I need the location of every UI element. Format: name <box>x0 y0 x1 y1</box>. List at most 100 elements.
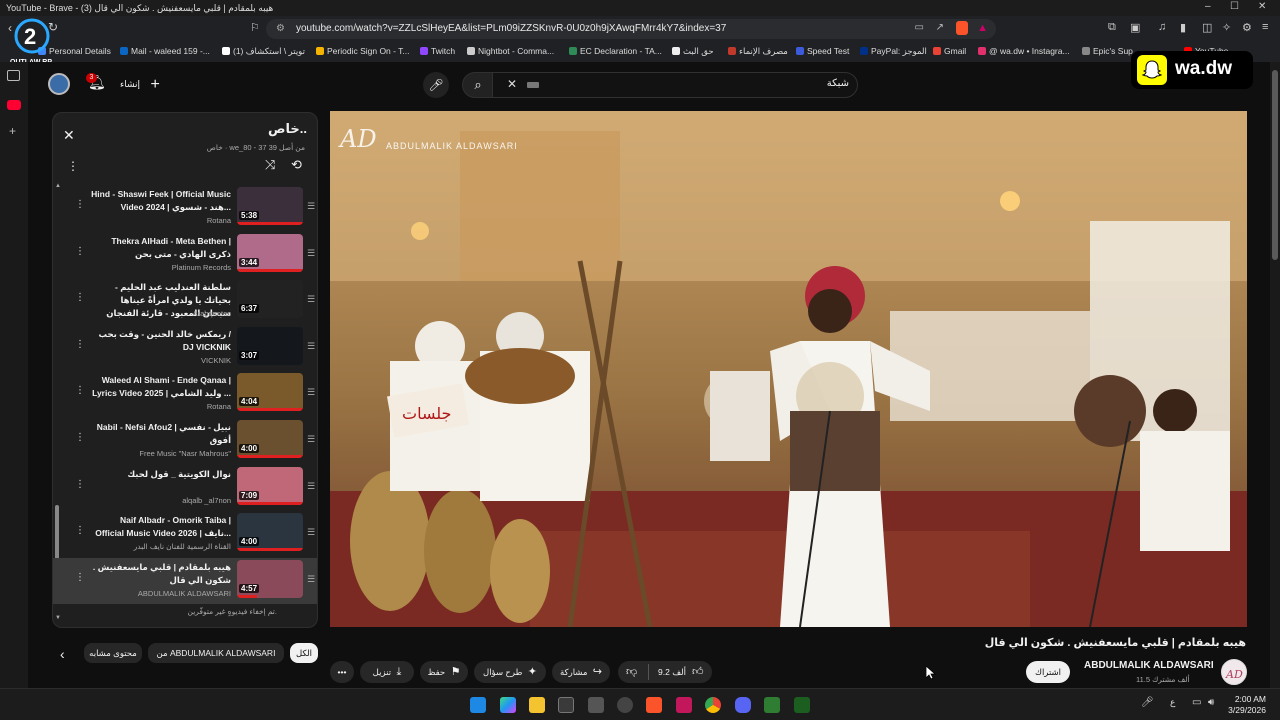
menu-icon[interactable]: ≡ <box>1262 21 1268 33</box>
network-icon[interactable]: ▭ <box>1192 697 1201 708</box>
sidebar-toggle-icon[interactable]: ▮ <box>1180 21 1186 34</box>
playlist-item[interactable]: ⋮ نوال الكويتية _ قول لحبك alqalb _al7non 7… <box>53 465 317 511</box>
item-menu-icon[interactable]: ⋮ <box>75 572 85 583</box>
bookmark-item[interactable]: مصرف الإنماء <box>728 46 788 57</box>
save-button[interactable]: حفظ ⚑ <box>420 661 468 683</box>
bookmark-item[interactable]: حق البث <box>672 46 714 57</box>
input-language[interactable]: ع <box>1170 697 1175 708</box>
item-menu-icon[interactable]: ⋮ <box>75 479 85 490</box>
sidebar-panel-icon[interactable] <box>7 70 20 81</box>
video-player[interactable]: جلسات AD ABDULMALIK ALDAWSARI <box>330 111 1247 627</box>
close-window-button[interactable]: ✕ <box>1258 1 1266 12</box>
item-menu-icon[interactable]: ⋮ <box>75 292 85 303</box>
calculator-icon[interactable] <box>588 697 604 713</box>
ask-button[interactable]: طرح سؤال ✦ <box>474 661 546 683</box>
vpn-icon[interactable]: ◫ <box>1202 21 1212 34</box>
drag-handle-icon[interactable]: ☰ <box>307 387 315 398</box>
scroll-down-icon[interactable]: ▼ <box>55 615 61 621</box>
item-menu-icon[interactable]: ⋮ <box>75 339 85 350</box>
bookmark-item[interactable]: Twitch <box>420 46 455 56</box>
dislike-button[interactable]: 👎︎ <box>626 661 637 683</box>
keyboard-icon[interactable] <box>527 82 539 88</box>
play-icon[interactable] <box>794 697 810 713</box>
discord-icon[interactable] <box>735 697 751 713</box>
search-input[interactable]: ✕ شبكة <box>492 72 858 98</box>
bookmark-item[interactable]: EC Declaration - TA... <box>569 46 662 56</box>
subscribe-button[interactable]: اشتراك <box>1026 661 1070 683</box>
pip-icon[interactable]: ▭ <box>915 22 924 33</box>
item-menu-icon[interactable]: ⋮ <box>75 199 85 210</box>
youtube-tab-icon[interactable] <box>7 100 21 110</box>
chip-all[interactable]: الكل <box>290 643 318 663</box>
shuffle-icon[interactable]: ⤨ <box>265 157 275 173</box>
site-settings-icon[interactable]: ⚙ <box>276 23 285 34</box>
bookmark-item[interactable]: Nightbot - Comma... <box>467 46 554 56</box>
create-button[interactable]: إنشاء + <box>120 75 160 93</box>
item-menu-icon[interactable]: ⋮ <box>75 432 85 443</box>
github-icon[interactable] <box>617 697 633 713</box>
page-scrollbar[interactable] <box>1270 62 1280 688</box>
playlist-item[interactable]: ⋮ Thekra AlHadi - Meta Bethen | ذكرى الها… <box>53 232 317 278</box>
chips-prev-icon[interactable]: ‹ <box>60 646 65 662</box>
scrollbar-thumb[interactable] <box>1272 70 1278 260</box>
wallet-icon[interactable]: ▣ <box>1130 21 1140 34</box>
settings-icon[interactable]: ⚙ <box>1242 21 1252 34</box>
share-icon[interactable]: ↗ <box>936 22 944 33</box>
terminal-icon[interactable] <box>764 697 780 713</box>
clear-search-icon[interactable]: ✕ <box>507 77 517 91</box>
drag-handle-icon[interactable]: ☰ <box>307 481 315 492</box>
start-icon[interactable] <box>470 697 486 713</box>
chip-related[interactable]: محتوى مشابه <box>84 643 142 663</box>
bookmark-item[interactable]: Periodic Sign On - T... <box>316 46 410 56</box>
drag-handle-icon[interactable]: ☰ <box>307 294 315 305</box>
drag-handle-icon[interactable]: ☰ <box>307 341 315 352</box>
drag-handle-icon[interactable]: ☰ <box>307 201 315 212</box>
drag-handle-icon[interactable]: ☰ <box>307 574 315 585</box>
avatar[interactable] <box>48 73 70 95</box>
app-a-icon[interactable] <box>676 697 692 713</box>
clock[interactable]: 2:00 AM 3/29/2026 <box>1228 694 1266 716</box>
share-button[interactable]: مشاركة ↪ <box>552 661 610 683</box>
mic-tray-icon[interactable]: 🎤︎ <box>1141 697 1154 708</box>
item-menu-icon[interactable]: ⋮ <box>75 385 85 396</box>
chrome-icon[interactable] <box>705 697 721 713</box>
item-menu-icon[interactable]: ⋮ <box>75 525 85 536</box>
drag-handle-icon[interactable]: ☰ <box>307 434 315 445</box>
search-button[interactable]: ⌕ <box>462 72 494 98</box>
playlist-menu-icon[interactable]: ⋮ <box>67 159 79 173</box>
playlist-item[interactable]: ⋮ Waleed Al Shami - Ende Qanaa | Lyrics V… <box>53 371 317 417</box>
media-icon[interactable]: ♫ <box>1158 21 1166 33</box>
playlist-item[interactable]: ⋮ سلطنة العندليب عبد الحليم - بحياتك يا و… <box>53 278 317 324</box>
channel-avatar[interactable]: AD <box>1221 659 1247 685</box>
playlist-item[interactable]: ⋮ ريمكس خالد الحنين - وقت بحب / DJ VICKNI… <box>53 325 317 371</box>
store-icon[interactable] <box>558 697 574 713</box>
brave-rewards-icon[interactable]: ▲ <box>977 22 988 34</box>
leo-icon[interactable]: ✧ <box>1222 21 1231 34</box>
add-icon[interactable]: + <box>9 124 16 138</box>
chip-from-channel[interactable]: من ABDULMALIK ALDAWSARI <box>148 643 284 663</box>
bookmark-icon[interactable]: ⚐ <box>250 21 260 34</box>
loop-icon[interactable]: ⟲ <box>291 157 302 173</box>
item-menu-icon[interactable]: ⋮ <box>75 246 85 257</box>
playlist-item[interactable]: ⋮ هيبه بلمقادم | قلبي مايسعفنيش . شكون ال… <box>53 557 317 604</box>
playlist-title[interactable]: خاص.. <box>268 121 307 137</box>
minimize-button[interactable]: – <box>1205 1 1211 12</box>
bookmark-item[interactable]: Speed Test <box>796 46 849 56</box>
url-field[interactable]: ⚙ youtube.com/watch?v=ZZLcSlHeyEA&list=P… <box>266 19 996 39</box>
playlist-item[interactable]: ⋮ Nabil - Nefsi Afou2 | نبيل - نفسي أفوق F… <box>53 418 317 464</box>
more-actions-button[interactable]: ••• <box>330 661 354 683</box>
drag-handle-icon[interactable]: ☰ <box>307 527 315 538</box>
bookmark-item[interactable]: @ wa.dw • Instagra... <box>978 46 1070 56</box>
like-button[interactable]: 👍︎ <box>692 661 704 683</box>
bookmark-item[interactable]: Gmail <box>933 46 966 56</box>
brave-shields-icon[interactable] <box>956 21 968 35</box>
channel-name[interactable]: ABDULMALIK ALDAWSARI <box>1084 660 1214 671</box>
bookmark-item[interactable]: (1) تويتر \ استكشاف <box>222 46 305 57</box>
copilot-icon[interactable] <box>500 697 516 713</box>
playlist-item[interactable]: ⋮ Hind - Shaswi Feek | Official Music Vid… <box>53 185 317 231</box>
file-explorer-icon[interactable] <box>529 697 545 713</box>
brave-icon[interactable] <box>646 697 662 713</box>
download-button[interactable]: تنزيل ⤓ <box>360 661 414 683</box>
playlist-item[interactable]: ⋮ Naif Albadr - Omorik Taiba | Official M… <box>53 511 317 557</box>
bookmark-item[interactable]: PayPal: الموجز <box>860 46 927 57</box>
